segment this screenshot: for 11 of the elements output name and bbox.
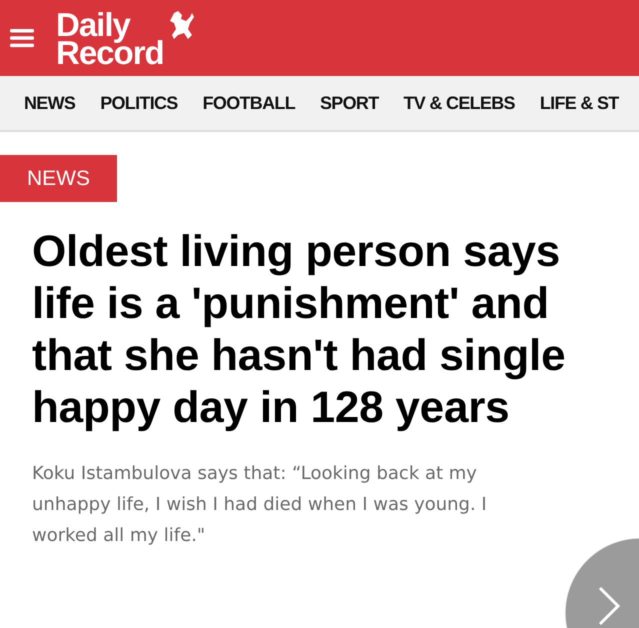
menu-icon[interactable] <box>10 28 34 48</box>
nav-link[interactable]: TV & CELEBS <box>404 92 515 114</box>
nav-link[interactable]: SPORT <box>320 92 379 114</box>
chevron-right-icon <box>598 586 620 626</box>
section-label[interactable]: NEWS <box>0 155 117 202</box>
nav-link[interactable]: POLITICS <box>100 92 178 114</box>
standfirst: Koku Istambulova says that: “Looking back at my unhappy life, I wish I had died when I was young. I worked all my life." <box>32 462 488 548</box>
nav-link[interactable]: LIFE & ST <box>540 92 619 114</box>
headline: Oldest living person says life is a 'punishment' and that she hasn't had single happy day in 128 years <box>32 226 566 434</box>
nav-link[interactable]: NEWS <box>24 92 76 114</box>
nav-link[interactable]: FOOTBALL <box>202 92 295 114</box>
